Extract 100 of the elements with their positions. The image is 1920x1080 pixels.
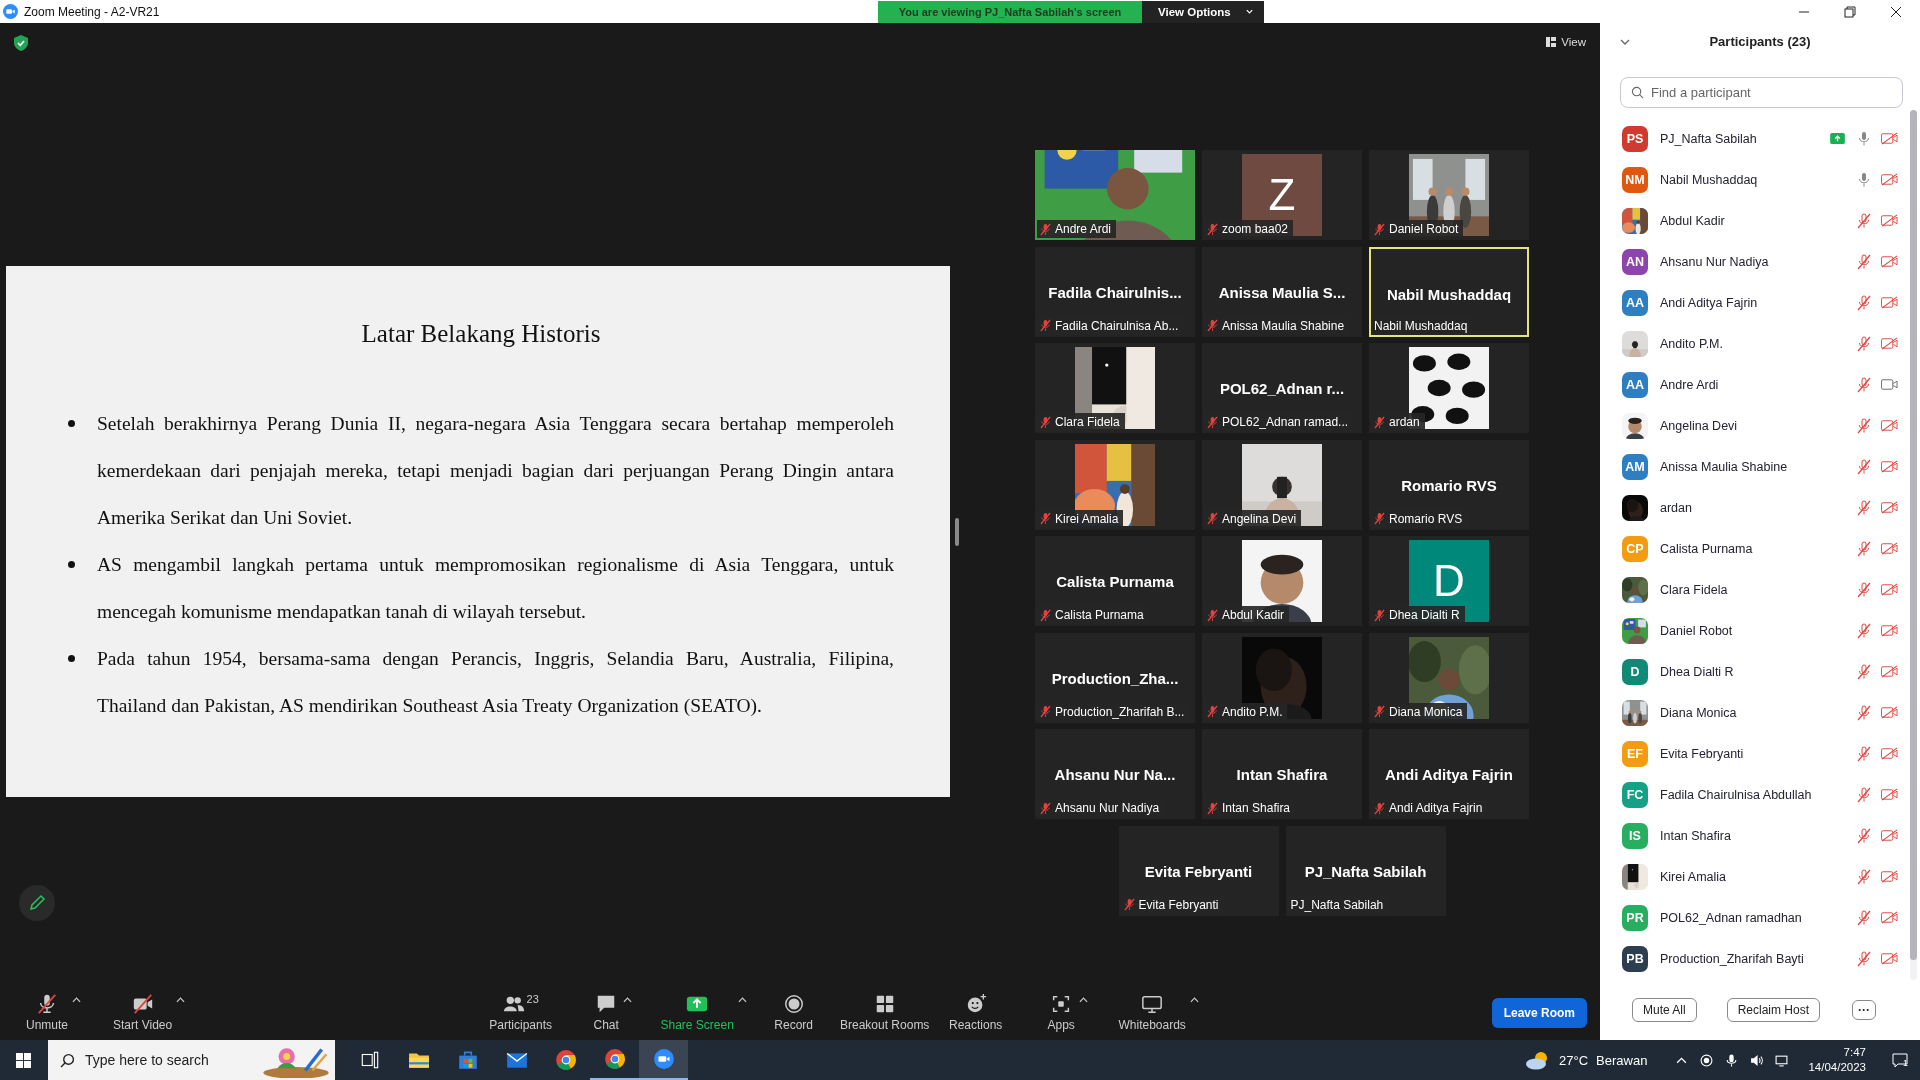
muted-mic-icon[interactable] [1857, 540, 1871, 557]
notification-icon[interactable] [1892, 1052, 1908, 1068]
camera-off-icon[interactable] [1881, 911, 1898, 924]
muted-mic-icon[interactable] [1857, 294, 1871, 311]
video-tile[interactable]: Andi Aditya Fajrin Andi Aditya Fajrin [1369, 729, 1529, 819]
splitter-handle[interactable] [955, 518, 959, 546]
participant-row[interactable]: ardan [1600, 487, 1910, 528]
restore-button[interactable] [1844, 5, 1856, 18]
video-tile[interactable]: D Dhea Dialti R [1369, 536, 1529, 626]
shield-icon[interactable] [14, 35, 28, 51]
video-tile[interactable]: Fadila Chairulnis... Fadila Chairulnisa Ab... [1035, 246, 1195, 337]
camera-off-icon[interactable] [1881, 337, 1898, 350]
camera-off-icon[interactable] [1881, 583, 1898, 596]
muted-mic-icon[interactable] [1857, 909, 1871, 926]
participant-row[interactable]: PR POL62_Adnan ramadhan [1600, 897, 1910, 938]
muted-mic-icon[interactable] [1857, 704, 1871, 721]
camera-icon[interactable] [1881, 378, 1898, 391]
close-button[interactable] [1890, 5, 1902, 18]
muted-mic-icon[interactable] [1857, 212, 1871, 229]
camera-off-icon[interactable] [1881, 296, 1898, 309]
reactions-button[interactable]: Reactions [947, 991, 1005, 1034]
camera-off-icon[interactable] [1881, 624, 1898, 637]
share-button[interactable]: Share Screen [658, 991, 736, 1034]
participant-row[interactable]: PS PJ_Nafta Sabilah [1600, 118, 1910, 159]
participant-row[interactable]: Angelina Devi [1600, 405, 1910, 446]
camera-off-icon[interactable] [1881, 829, 1898, 842]
participant-row[interactable]: IS Intan Shafira [1600, 815, 1910, 856]
camera-off-icon[interactable] [1881, 419, 1898, 432]
participant-row[interactable]: Abdul Kadir [1600, 200, 1910, 241]
video-tile[interactable]: POL62_Adnan r... POL62_Adnan ramad... [1202, 343, 1362, 433]
muted-mic-icon[interactable] [1857, 335, 1871, 352]
view-options-button[interactable]: View Options [1142, 0, 1264, 23]
participant-row[interactable]: Daniel Robot [1600, 610, 1910, 651]
caret-icon[interactable] [1078, 997, 1088, 1003]
video-tile[interactable]: Abdul Kadir [1202, 536, 1362, 626]
chat-button[interactable]: Chat [591, 991, 621, 1034]
participant-row[interactable]: Diana Monica [1600, 692, 1910, 733]
camera-off-icon[interactable] [1881, 501, 1898, 514]
participant-row[interactable]: AM Anissa Maulia Shabine [1600, 446, 1910, 487]
participant-row[interactable]: AA Andre Ardi [1600, 364, 1910, 405]
participant-row[interactable]: AN Ahsanu Nur Nadiya [1600, 241, 1910, 282]
record-indicator-icon[interactable] [1700, 1053, 1714, 1067]
muted-mic-icon[interactable] [1857, 417, 1871, 434]
participant-row[interactable]: FC Fadila Chairulnisa Abdullah [1600, 774, 1910, 815]
pencil-icon[interactable] [19, 885, 55, 921]
network-icon[interactable] [1775, 1053, 1789, 1067]
speaker-icon[interactable] [1750, 1053, 1764, 1067]
participant-row[interactable]: Clara Fidela [1600, 569, 1910, 610]
rooms-button[interactable]: Breakout Rooms [838, 991, 932, 1034]
camera-off-icon[interactable] [1881, 173, 1898, 186]
camera-off-icon[interactable] [1881, 870, 1898, 883]
muted-mic-icon[interactable] [1857, 253, 1871, 270]
video-tile[interactable]: Clara Fidela [1035, 343, 1195, 433]
video-tile[interactable]: Diana Monica [1369, 632, 1529, 723]
muted-mic-icon[interactable] [1857, 950, 1871, 967]
muted-mic-icon[interactable] [1857, 827, 1871, 844]
record-button[interactable]: Record [772, 991, 816, 1034]
participant-row[interactable]: Andito P.M. [1600, 323, 1910, 364]
taskbar-search-field[interactable]: Type here to search [48, 1040, 335, 1080]
whiteboard-button[interactable]: Whiteboards [1116, 991, 1188, 1034]
camera-off-icon[interactable] [1881, 214, 1898, 227]
apps-button[interactable]: Apps [1045, 991, 1077, 1034]
camera-off-icon[interactable] [1881, 788, 1898, 801]
video-tile[interactable]: Romario RVS Romario RVS [1369, 439, 1529, 530]
video-tile[interactable]: Kirei Amalia [1035, 439, 1195, 530]
muted-mic-icon[interactable] [1857, 786, 1871, 803]
muted-mic-icon[interactable] [1857, 868, 1871, 885]
scrollbar-thumb[interactable] [1910, 110, 1917, 960]
video-tile[interactable]: Ahsanu Nur Na... Ahsanu Nur Nadiya [1035, 729, 1195, 819]
camera-off-icon[interactable] [1881, 255, 1898, 268]
muted-mic-icon[interactable] [1857, 376, 1871, 393]
participants-button[interactable]: 23 Participants [487, 991, 555, 1034]
participant-row[interactable]: Kirei Amalia [1600, 856, 1910, 897]
collapse-chevron-icon[interactable] [1620, 39, 1630, 45]
video-tile[interactable]: Production_Zha... Production_Zharifah B... [1035, 632, 1195, 723]
muted-mic-icon[interactable] [1857, 499, 1871, 516]
camera-off-icon[interactable] [1881, 132, 1898, 145]
muted-mic-icon[interactable] [1857, 458, 1871, 475]
caret-icon[interactable] [1189, 997, 1199, 1003]
camera-off-icon[interactable] [1881, 460, 1898, 473]
panel-button[interactable]: Mute All [1632, 997, 1697, 1022]
muted-mic-icon[interactable] [1857, 581, 1871, 598]
video-tile[interactable]: Z zoom baa02 [1202, 150, 1362, 240]
video-tile[interactable]: Intan Shafira Intan Shafira [1202, 729, 1362, 819]
muted-mic-icon[interactable] [1857, 745, 1871, 762]
caret-icon[interactable] [72, 997, 82, 1003]
camera-off-icon[interactable] [1881, 747, 1898, 760]
video-tile[interactable]: Nabil Mushaddaq Nabil Mushaddaq [1369, 246, 1529, 337]
participant-row[interactable]: AA Andi Aditya Fajrin [1600, 282, 1910, 323]
start-video-button[interactable]: Start Video [111, 991, 175, 1034]
camera-off-icon[interactable] [1881, 706, 1898, 719]
video-tile[interactable]: Calista Purnama Calista Purnama [1035, 536, 1195, 626]
windows-start-icon[interactable] [16, 1052, 31, 1068]
panel-button[interactable]: Reclaim Host [1726, 997, 1821, 1022]
participant-row[interactable]: NM Nabil Mushaddaq [1600, 159, 1910, 200]
zoom-taskbar-icon[interactable] [639, 1040, 688, 1080]
participant-row[interactable]: CP Calista Purnama [1600, 528, 1910, 569]
video-tile[interactable]: Andre Ardi [1035, 150, 1195, 240]
more-button[interactable]: ··· [1852, 999, 1877, 1020]
muted-mic-icon[interactable] [1857, 663, 1871, 680]
